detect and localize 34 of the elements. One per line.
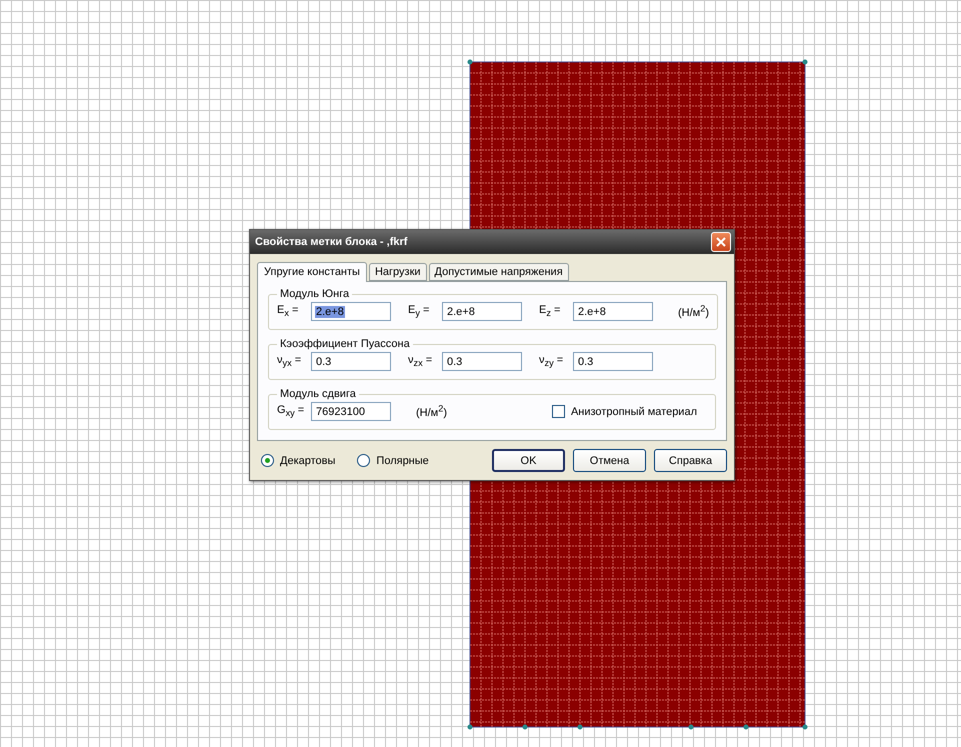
tab[interactable]: Нагрузки [368,263,427,281]
dialog-button[interactable]: OK [492,449,565,472]
tab[interactable]: Допустимые напряжения [428,263,569,281]
group-title: Модуль сдвига [279,388,357,400]
input-field[interactable]: 2.e+8 [573,302,653,321]
close-button[interactable] [711,232,731,252]
window-title: Свойства метки блока - ,fkrf [255,236,408,248]
dialog-button[interactable]: Отмена [573,449,646,472]
radio-label: Декартовы [280,454,336,466]
close-icon [716,237,726,247]
unit-label: (Н/м$^{2}$) [416,407,447,420]
checkbox[interactable] [552,405,565,418]
radio-label: Полярные [376,454,429,466]
unit-label: (Н/м$^{2}$) [678,307,709,320]
group-title: Модуль Юнга [279,288,350,300]
tab[interactable]: Упругие константы [257,262,367,282]
input-field[interactable]: 76923100 [311,402,391,421]
input-field[interactable]: 2.e+8 [442,302,522,321]
input-field[interactable]: 0.3 [311,352,391,371]
field-label: ν$_{yx}$ = [277,354,302,366]
field-label: E$_{z}$ = [539,304,560,316]
dialog-button[interactable]: Справка [654,449,727,472]
checkbox-label: Анизотропный материал [570,406,697,418]
field-label: E$_{y}$ = [408,304,430,316]
field-label: ν$_{zy}$ = [539,354,564,366]
group-title: Кэоэффициент Пуассона [279,338,411,350]
input-field[interactable]: 2.e+8 [311,302,391,321]
radio-button[interactable] [357,454,370,467]
input-field[interactable]: 0.3 [442,352,522,371]
input-field[interactable]: 0.3 [573,352,653,371]
field-label: ν$_{zx}$ = [408,354,432,366]
radio-button[interactable] [261,454,274,467]
field-label: E$_{x}$ = [277,304,298,316]
field-label: G$_{xy}$ = [277,404,304,416]
